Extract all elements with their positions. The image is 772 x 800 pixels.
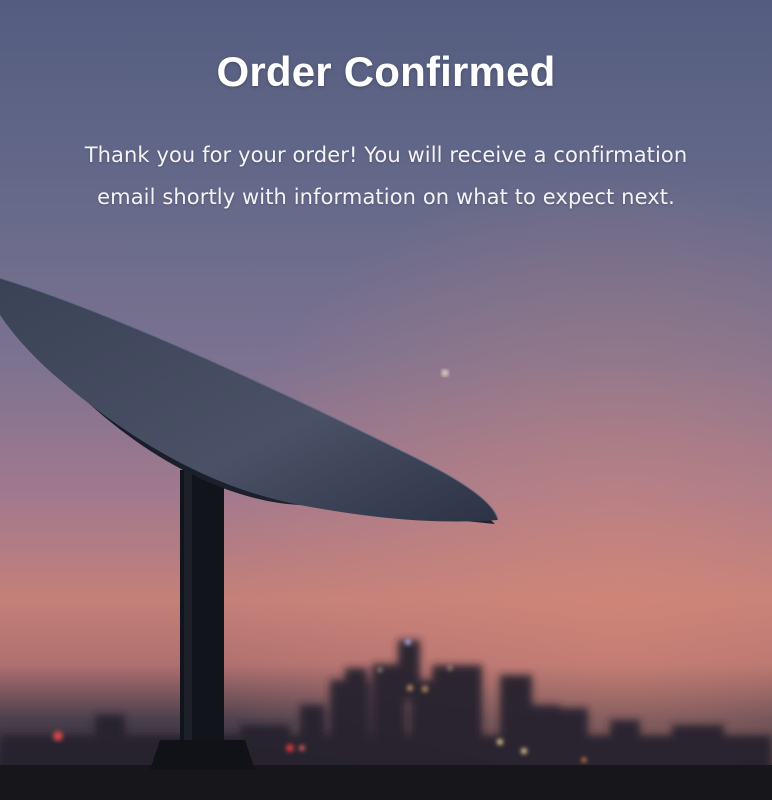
hero-background-image bbox=[0, 0, 772, 800]
page-title: Order Confirmed bbox=[216, 48, 556, 95]
confirmation-message: Thank you for your order! You will recei… bbox=[84, 143, 688, 209]
